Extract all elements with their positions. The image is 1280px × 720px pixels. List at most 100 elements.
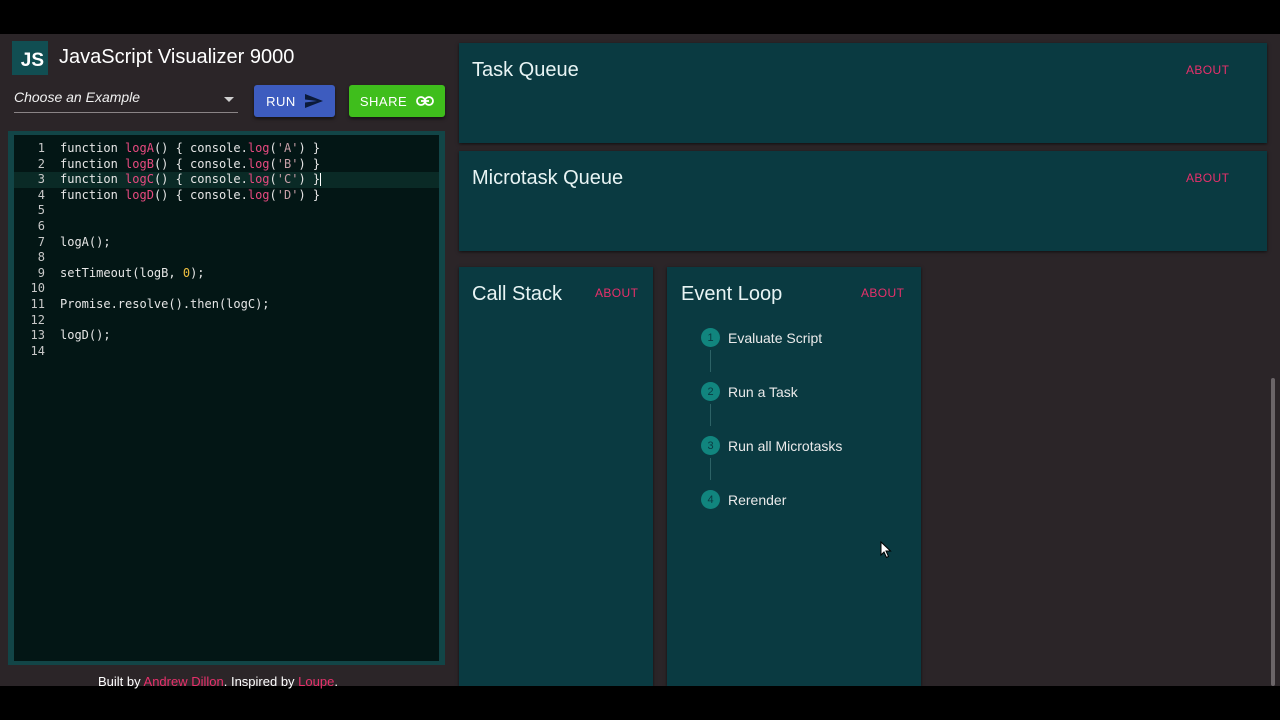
loupe-link[interactable]: Loupe xyxy=(298,674,334,689)
code-token: logD(); xyxy=(60,328,111,343)
code-token: ) } xyxy=(298,141,321,155)
line-number: 14 xyxy=(30,343,45,358)
code-line[interactable]: 11 Promise.resolve().then(logC); xyxy=(14,297,439,313)
microtask-queue-title: Microtask Queue xyxy=(472,167,624,189)
code-line[interactable]: 14 xyxy=(14,344,439,360)
step-number: 4 xyxy=(701,490,720,509)
code-token: ( xyxy=(269,187,277,202)
line-code: function logC() { console.log('C') } xyxy=(60,172,322,188)
page-scrollbar[interactable] xyxy=(1271,378,1275,686)
event-loop-title: Event Loop xyxy=(681,283,783,305)
code-token: 'C' xyxy=(276,172,299,187)
call-stack-title: Call Stack xyxy=(472,283,563,305)
code-token: () { console. xyxy=(153,187,248,202)
run-button-label: RUN xyxy=(266,93,296,109)
code-token: 'D' xyxy=(276,187,299,202)
footer-prefix: Built by xyxy=(98,674,144,689)
code-token: logD xyxy=(125,187,154,202)
code-token: ( xyxy=(269,172,277,187)
code-token: logA xyxy=(125,141,154,155)
line-number: 8 xyxy=(37,250,45,265)
task-queue-title: Task Queue xyxy=(472,59,579,81)
code-line[interactable]: 13 logD(); xyxy=(14,328,439,344)
mouse-cursor-icon xyxy=(880,541,892,559)
line-number: 12 xyxy=(30,312,45,327)
line-code: logD(); xyxy=(60,328,111,344)
code-token: 'B' xyxy=(276,156,299,171)
code-token: function xyxy=(60,187,126,202)
code-token: () { console. xyxy=(153,141,248,155)
code-token: logB xyxy=(125,156,154,171)
code-token: () { console. xyxy=(153,172,248,187)
code-token: function xyxy=(60,172,126,187)
code-token: log xyxy=(247,172,270,187)
code-token: setTimeout(logB, xyxy=(60,265,183,280)
example-select-placeholder: Choose an Example xyxy=(14,89,141,105)
line-number: 11 xyxy=(30,296,45,311)
code-token: logA(); xyxy=(60,234,111,249)
step-number: 1 xyxy=(701,328,720,347)
line-number: 6 xyxy=(37,218,45,233)
code-line[interactable]: 2 function logB() { console.log('B') } xyxy=(14,157,439,173)
step-label: Run a Task xyxy=(728,383,798,400)
code-line[interactable]: 7 logA(); xyxy=(14,235,439,251)
code-token: ) } xyxy=(298,187,321,202)
code-line[interactable]: 9 setTimeout(logB, 0); xyxy=(14,266,439,282)
code-line[interactable]: 10 xyxy=(14,281,439,297)
line-code: function logB() { console.log('B') } xyxy=(60,157,320,173)
logo-text: JS xyxy=(20,50,44,71)
line-number: 13 xyxy=(30,328,45,343)
code-line[interactable]: 1 function logA() { console.log('A') } xyxy=(14,141,439,157)
step-connector xyxy=(710,404,711,426)
code-editor-content[interactable]: 1 function logA() { console.log('A') } 2 fu… xyxy=(14,135,439,661)
app-window: JS JavaScript Visualizer 9000 Choose an … xyxy=(0,34,1280,689)
step-label: Evaluate Script xyxy=(728,329,823,346)
line-number: 3 xyxy=(37,172,45,187)
code-line[interactable]: 12 xyxy=(14,313,439,329)
line-number: 1 xyxy=(37,141,45,155)
footer-credits: Built by Andrew Dillon. Inspired by Loup… xyxy=(98,674,338,689)
call-stack-about-button[interactable]: ABOUT xyxy=(595,286,638,300)
microtask-queue-about-button[interactable]: ABOUT xyxy=(1186,171,1229,185)
event-loop-step: 2 Run a Task xyxy=(701,382,798,401)
chevron-down-icon xyxy=(224,97,234,102)
code-token: 0 xyxy=(182,265,191,280)
js-logo: JS xyxy=(12,41,48,75)
code-line[interactable]: 3 function logC() { console.log('C') } xyxy=(14,172,439,188)
code-token: log xyxy=(247,141,270,155)
event-loop-about-button[interactable]: ABOUT xyxy=(861,286,904,300)
example-select[interactable]: Choose an Example xyxy=(14,89,238,113)
code-editor[interactable]: 1 function logA() { console.log('A') } 2 fu… xyxy=(8,131,445,665)
footer-middle: . Inspired by xyxy=(223,674,299,689)
line-code: function logD() { console.log('D') } xyxy=(60,188,320,204)
code-token: ); xyxy=(190,265,205,280)
event-loop-panel: Event Loop ABOUT 1 Evaluate Script 2 Run… xyxy=(667,267,921,686)
step-number: 2 xyxy=(701,382,720,401)
code-token: logC xyxy=(125,172,154,187)
author-link[interactable]: Andrew Dillon xyxy=(144,674,224,689)
run-button[interactable]: RUN xyxy=(254,85,335,117)
code-line[interactable]: 4 function logD() { console.log('D') } xyxy=(14,188,439,204)
share-button-label: SHARE xyxy=(359,93,408,109)
line-number: 7 xyxy=(37,234,45,249)
task-queue-about-button[interactable]: ABOUT xyxy=(1186,63,1229,77)
code-line[interactable]: 6 xyxy=(14,219,439,235)
event-loop-step: 1 Evaluate Script xyxy=(701,328,822,347)
code-line[interactable]: 8 xyxy=(14,250,439,266)
step-label: Rerender xyxy=(728,491,787,508)
code-line[interactable]: 5 xyxy=(14,203,439,219)
line-number: 9 xyxy=(37,265,45,280)
code-token: 'A' xyxy=(276,141,299,155)
text-cursor xyxy=(320,173,322,187)
step-connector xyxy=(710,458,711,480)
code-token: log xyxy=(247,187,270,202)
code-token: ) } xyxy=(298,172,321,187)
code-token: log xyxy=(247,156,270,171)
code-token: ( xyxy=(269,141,277,155)
line-number: 10 xyxy=(30,281,45,296)
app-title: JavaScript Visualizer 9000 xyxy=(59,46,295,68)
share-button[interactable]: SHARE xyxy=(349,85,445,117)
link-icon xyxy=(416,96,435,106)
line-number: 5 xyxy=(37,203,45,218)
line-code: setTimeout(logB, 0); xyxy=(60,266,205,282)
